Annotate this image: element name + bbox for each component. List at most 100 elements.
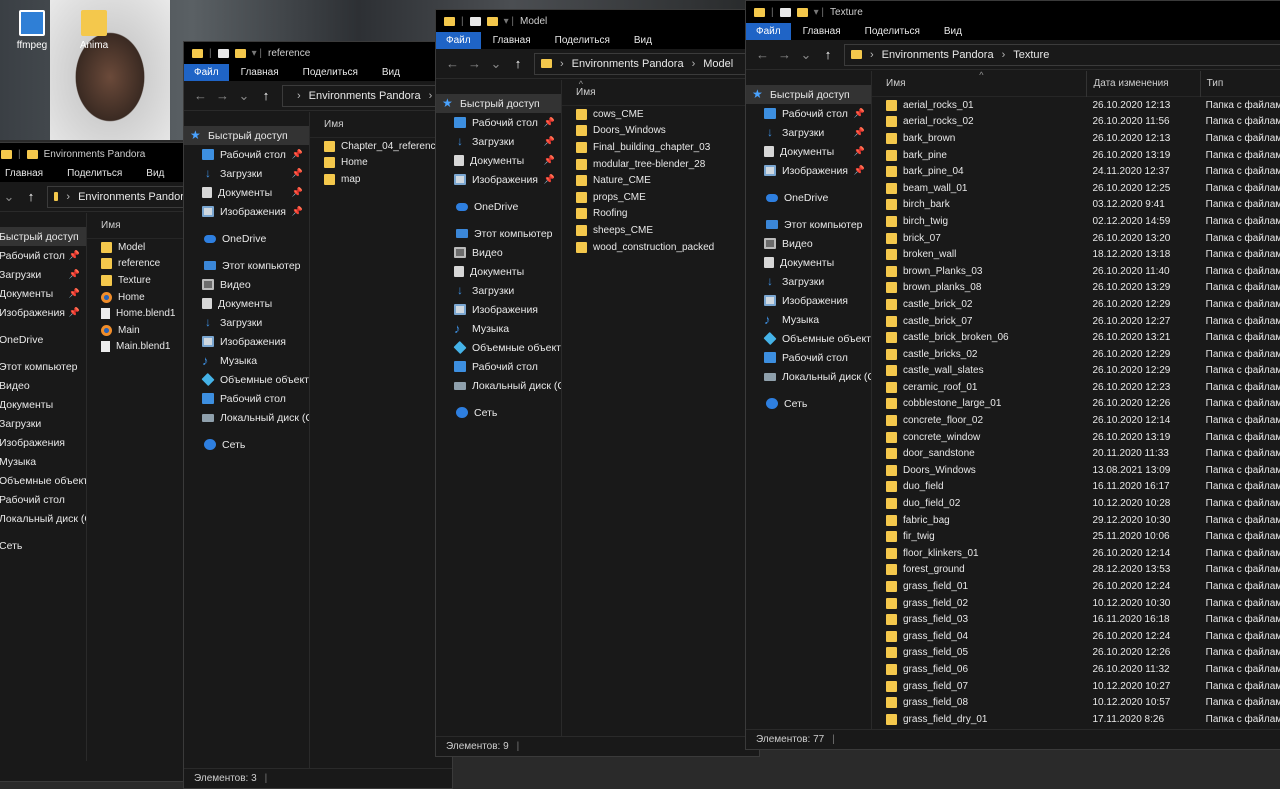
breadcrumb[interactable]: Environments Pandora [309, 90, 421, 102]
tab-view[interactable]: Вид [370, 64, 412, 81]
tab-home[interactable]: Главная [791, 23, 853, 40]
chevron-down-icon[interactable]: ⌄ [800, 47, 812, 63]
tab-view[interactable]: Вид [622, 32, 664, 49]
list-item[interactable]: Model [87, 239, 191, 256]
list-item[interactable]: castle_bricks_02 26.10.2020 12:29 Папка с … [872, 346, 1280, 363]
list-item[interactable]: Doors_Windows [562, 123, 759, 140]
list-item[interactable]: grass_field_04 26.10.2020 12:24 Папка с фа… [872, 628, 1280, 645]
nav-documents-pc[interactable]: Документы [436, 262, 561, 281]
title-bar[interactable]: | Environments Pandora [0, 143, 191, 165]
new-folder-icon[interactable] [486, 16, 498, 26]
list-item[interactable]: fir_twig 25.11.2020 10:06 Папка с файлами [872, 528, 1280, 545]
list-item[interactable]: grass_field_08 10.12.2020 10:57 Папка с фа… [872, 694, 1280, 711]
tab-share[interactable]: Поделиться [853, 23, 932, 40]
nav-onedrive[interactable]: OneDrive [436, 197, 561, 216]
column-header-type[interactable]: Тип [1199, 71, 1280, 97]
nav-local-disk[interactable]: Локальный диск (C [746, 367, 871, 386]
list-item[interactable]: Nature_CME [562, 172, 759, 189]
nav-downloads[interactable]: Загрузки 📌 [0, 265, 86, 284]
list-item[interactable]: brown_planks_08 26.10.2020 13:29 Папка с ф… [872, 280, 1280, 297]
nav-desktop-pc[interactable]: Рабочий стол [184, 389, 309, 408]
nav-quick-access[interactable]: ★ Быстрый доступ [184, 126, 309, 145]
nav-network[interactable]: Сеть [184, 435, 309, 454]
nav-documents-pc[interactable]: Документы [746, 253, 871, 272]
list-item[interactable]: Doors_Windows 13.08.2021 13:09 Папка с фай… [872, 462, 1280, 479]
tab-share[interactable]: Поделиться [291, 64, 370, 81]
nav-downloads[interactable]: ↓ Загрузки 📌 [436, 132, 561, 151]
nav-onedrive[interactable]: OneDrive [184, 229, 309, 248]
tab-file[interactable]: Файл [436, 32, 481, 49]
address-bar[interactable]: › Environments Pandora › Texture [844, 43, 1280, 66]
tab-view[interactable]: Вид [932, 23, 974, 40]
list-item[interactable]: Final_building_chapter_03 [562, 139, 759, 156]
list-item[interactable]: Texture [87, 272, 191, 289]
nav-desktop-pc[interactable]: Рабочий стол [0, 490, 86, 509]
address-bar[interactable]: › Environments Pandora [47, 185, 191, 208]
nav-this-pc[interactable]: Этот компьютер [0, 357, 86, 376]
nav-images-pc[interactable]: Изображения [0, 433, 86, 452]
list-item[interactable]: wood_construction_packed [562, 239, 759, 256]
list-item[interactable]: castle_brick_07 26.10.2020 12:27 Папка с ф… [872, 313, 1280, 330]
list-item[interactable]: castle_wall_slates 26.10.2020 12:29 Папка … [872, 363, 1280, 380]
nav-documents[interactable]: Документы 📌 [184, 183, 309, 202]
address-bar[interactable]: › Environments Pandora › Model [534, 52, 759, 75]
nav-music[interactable]: Музыка [0, 452, 86, 471]
list-item[interactable]: beam_wall_01 26.10.2020 12:25 Папка с файл… [872, 180, 1280, 197]
list-item[interactable]: brick_07 26.10.2020 13:20 Папка с файлами [872, 230, 1280, 247]
list-item[interactable]: Chapter_04_reference [310, 138, 452, 155]
breadcrumb[interactable]: Environments Pandora [572, 58, 684, 70]
list-item[interactable]: props_CME [562, 189, 759, 206]
nav-music[interactable]: ♪ Музыка [436, 319, 561, 338]
list-item[interactable]: cobblestone_large_01 26.10.2020 12:26 Папк… [872, 396, 1280, 413]
tab-file[interactable]: Файл [184, 64, 229, 81]
list-item[interactable]: grass_field_03 16.11.2020 16:18 Папка с фа… [872, 611, 1280, 628]
breadcrumb[interactable]: Environments Pandora [78, 191, 190, 203]
forward-arrow-icon[interactable]: → [216, 88, 229, 103]
nav-this-pc[interactable]: Этот компьютер [436, 224, 561, 243]
nav-local-disk[interactable]: Локальный диск (C [436, 376, 561, 395]
nav-video[interactable]: Видео [184, 275, 309, 294]
nav-desktop-pc[interactable]: Рабочий стол [746, 348, 871, 367]
desktop-icon-ffmpeg[interactable]: ffmpeg [12, 10, 52, 51]
list-item[interactable]: Home.blend1 [87, 305, 191, 322]
nav-video[interactable]: Видео [746, 234, 871, 253]
nav-desktop[interactable]: Рабочий стол 📌 [436, 113, 561, 132]
column-header-name[interactable]: ^ Имя [872, 71, 1086, 97]
list-item[interactable]: grass_field_05 26.10.2020 12:26 Папка с фа… [872, 645, 1280, 662]
up-arrow-icon[interactable]: ↑ [260, 88, 272, 103]
list-item[interactable]: bark_pine_04 24.11.2020 12:37 Папка с файл… [872, 163, 1280, 180]
back-arrow-icon[interactable]: ← [194, 88, 207, 103]
forward-arrow-icon[interactable]: → [778, 47, 791, 62]
nav-downloads-pc[interactable]: ↓ Загрузки [436, 281, 561, 300]
nav-3d-objects[interactable]: Объемные объекты [746, 329, 871, 348]
nav-downloads[interactable]: ↓ Загрузки 📌 [184, 164, 309, 183]
forward-arrow-icon[interactable]: → [468, 56, 481, 71]
nav-quick-access[interactable]: ★ Быстрый доступ [436, 94, 561, 113]
list-item[interactable]: grass_field_06 26.10.2020 11:32 Папка с фа… [872, 661, 1280, 678]
breadcrumb[interactable]: Model [703, 58, 733, 70]
list-item[interactable]: Main.blend1 [87, 339, 191, 356]
properties-icon[interactable] [217, 48, 229, 58]
tab-home[interactable]: Главная [481, 32, 543, 49]
explorer-window-reference[interactable]: | ▾ | reference Файл Главная Поделиться … [183, 41, 453, 789]
nav-downloads-pc[interactable]: ↓ Загрузки [184, 313, 309, 332]
nav-onedrive[interactable]: OneDrive [746, 188, 871, 207]
nav-images[interactable]: Изображения 📌 [184, 202, 309, 221]
nav-desktop-pc[interactable]: Рабочий стол [436, 357, 561, 376]
nav-desktop[interactable]: Рабочий стол 📌 [184, 145, 309, 164]
list-item[interactable]: concrete_floor_02 26.10.2020 12:14 Папка с… [872, 412, 1280, 429]
desktop-icon-anima[interactable]: Anima [74, 10, 114, 51]
nav-images[interactable]: Изображения 📌 [436, 170, 561, 189]
list-item[interactable]: Roofing [562, 206, 759, 223]
list-item[interactable]: aerial_rocks_01 26.10.2020 12:13 Папка с ф… [872, 97, 1280, 114]
list-item[interactable]: broken_wall 18.12.2020 13:18 Папка с файла… [872, 246, 1280, 263]
column-header-name[interactable]: Имя [87, 213, 120, 239]
nav-documents-pc[interactable]: Документы [0, 395, 86, 414]
up-arrow-icon[interactable]: ↑ [822, 47, 834, 62]
nav-desktop[interactable]: Рабочий стол 📌 [746, 104, 871, 123]
explorer-window-environments[interactable]: | Environments Pandora Главная Поделитьс… [0, 142, 192, 782]
list-item[interactable]: door_sandstone 20.11.2020 11:33 Папка с фа… [872, 445, 1280, 462]
list-item[interactable]: modular_tree-blender_28 [562, 156, 759, 173]
nav-3d-objects[interactable]: Объемные объекты [0, 471, 86, 490]
list-item[interactable]: aerial_rocks_02 26.10.2020 11:56 Папка с ф… [872, 114, 1280, 131]
